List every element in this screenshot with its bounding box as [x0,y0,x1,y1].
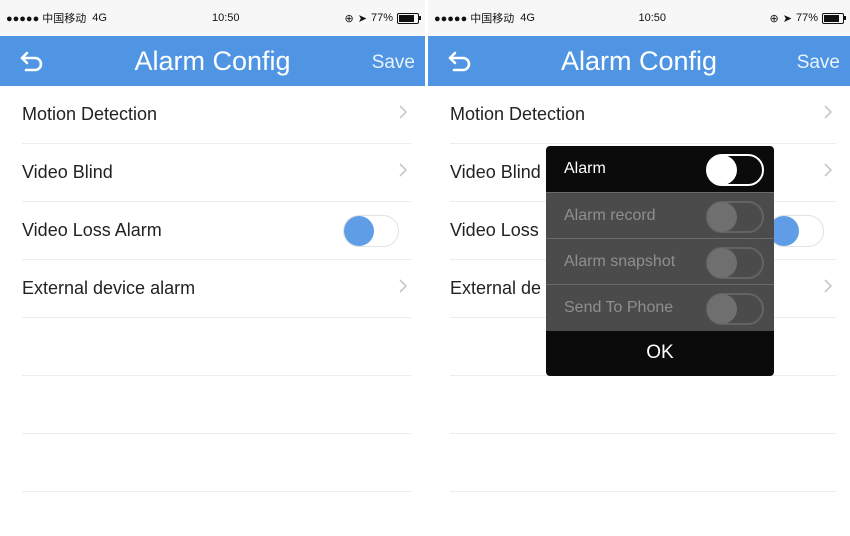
empty-row [22,434,411,492]
chevron-right-icon [399,105,407,119]
popup-item-alarm-snapshot: Alarm snapshot [546,238,774,285]
toggle-knob [707,155,737,185]
location-arrow-icon: ➤ [782,12,792,25]
battery-icon [822,12,846,24]
alarm-popup: Alarm Alarm record Alarm snapshot Send T… [546,146,774,376]
status-time: 10:50 [638,12,667,24]
popup-item-send-to-phone: Send To Phone [546,284,774,331]
empty-row [450,376,836,434]
chevron-right-icon [399,279,407,293]
list-item-video-blind[interactable]: Video Blind [22,144,411,202]
chevron-right-icon [824,163,832,177]
list-item-label: External de [450,278,542,298]
alarm-toggle[interactable] [706,154,764,186]
settings-list: Motion Detection Video Blind Video Loss … [22,86,411,536]
battery-icon [397,12,421,24]
list-item-label: Video Loss Alarm [22,220,162,240]
carrier-signal: ●●●●● 中国移动 [6,13,87,25]
video-loss-toggle[interactable] [768,215,824,247]
chevron-right-icon [824,279,832,293]
ok-button[interactable]: OK [546,330,774,376]
list-item-video-loss-alarm: Video Loss Alarm [22,202,411,260]
list-item-label: Video Blind [450,162,541,182]
popup-item-alarm: Alarm [546,146,774,192]
location-arrow-icon: ➤ [357,12,367,25]
empty-row [22,492,411,536]
toggle-knob [707,202,737,232]
screenshot: ●●●●● 中国移动 4G 10:50 ⊕ ➤ 77% Alarm Config… [0,0,850,536]
status-time: 10:50 [211,12,240,24]
page-title: Alarm Config [560,46,718,76]
popup-item-label: Alarm snapshot [564,253,676,270]
phone-right: ●●●●● 中国移动 4G 10:50 ⊕ ➤ 77% Alarm Config… [428,0,850,536]
toggle-knob [707,294,737,324]
list-item-motion-detection[interactable]: Motion Detection [450,86,836,144]
carrier-signal: ●●●●● 中国移动 [434,13,515,25]
rotation-lock-icon: ⊕ [769,12,779,25]
nav-bar: Alarm Config Save [428,36,850,86]
chevron-right-icon [824,105,832,119]
list-item-label: Video Blind [22,162,113,182]
page-title: Alarm Config [134,46,291,76]
phone-left: ●●●●● 中国移动 4G 10:50 ⊕ ➤ 77% Alarm Config… [0,0,425,536]
status-bar: ●●●●● 中国移动 4G 10:50 ⊕ ➤ 77% [428,0,850,36]
list-item-label: Video Loss [450,220,539,240]
toggle-knob [344,216,374,246]
popup-item-label: Alarm record [564,207,656,224]
alarm-snapshot-toggle[interactable] [706,247,764,279]
empty-row [22,318,411,376]
battery-percent: 77% [370,12,393,24]
toggle-knob [707,248,737,278]
list-item-motion-detection[interactable]: Motion Detection [22,86,411,144]
popup-item-label: Send To Phone [564,299,674,316]
rotation-lock-icon: ⊕ [344,12,354,25]
alarm-record-toggle[interactable] [706,201,764,233]
video-loss-toggle[interactable] [343,215,399,247]
chevron-right-icon [399,163,407,177]
send-to-phone-toggle[interactable] [706,293,764,325]
list-item-label: Motion Detection [450,104,586,124]
network-type: 4G [520,12,535,24]
save-button[interactable]: Save [797,52,840,74]
list-item-label: Motion Detection [22,104,158,124]
list-item-external-device-alarm[interactable]: External device alarm [22,260,411,318]
status-bar: ●●●●● 中国移动 4G 10:50 ⊕ ➤ 77% [0,0,425,36]
empty-row [450,492,836,536]
network-type: 4G [92,12,107,24]
nav-bar: Alarm Config Save [0,36,425,86]
list-item-label: External device alarm [22,278,196,298]
empty-row [450,434,836,492]
empty-row [22,376,411,434]
popup-item-label: Alarm [564,160,606,177]
battery-percent: 77% [795,12,818,24]
save-button[interactable]: Save [372,52,415,74]
popup-item-alarm-record: Alarm record [546,192,774,239]
